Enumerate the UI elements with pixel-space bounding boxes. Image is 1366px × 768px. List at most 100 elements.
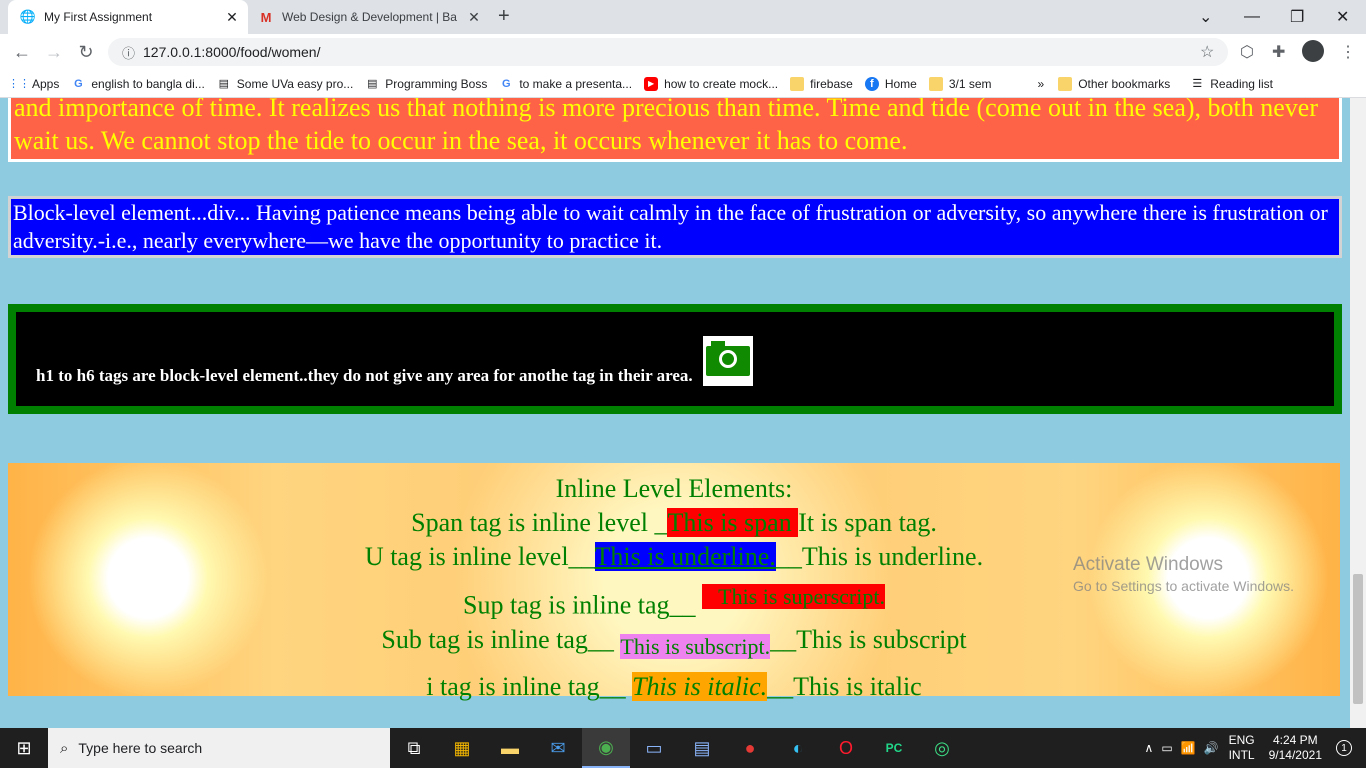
app-icon[interactable]: ▭: [630, 728, 678, 768]
google-icon: G: [502, 77, 511, 90]
close-window-icon[interactable]: ✕: [1336, 0, 1349, 34]
scrollbar-thumb[interactable]: [1353, 574, 1363, 704]
camera-icon: [702, 336, 753, 386]
tab-strip: 🌐 My First Assignment ✕ M Web Design & D…: [0, 0, 1366, 34]
bookmark-label: Home: [884, 76, 917, 91]
bookmark-uva[interactable]: ▤ Some UVa easy pro...: [217, 77, 354, 91]
search-icon: ⌕: [60, 739, 69, 757]
bookmark-label: firebase: [810, 76, 853, 91]
minimize-icon[interactable]: —: [1244, 0, 1260, 34]
bookmark-mock[interactable]: ▶ how to create mock...: [644, 76, 779, 91]
edge-icon[interactable]: ◐: [774, 728, 822, 768]
clock[interactable]: 4:24 PM 9/14/2021: [1269, 733, 1322, 763]
div-block-text: Block-level element...div... Having pati…: [13, 200, 1328, 253]
heading-box-inner: h1 to h6 tags are block-level element..t…: [16, 312, 1334, 406]
watermark-line2: Go to Settings to activate Windows.: [1073, 578, 1294, 594]
page-scrollbar[interactable]: [1350, 98, 1366, 728]
task-view-icon[interactable]: ⧉: [390, 728, 438, 768]
inline-title: Inline Level Elements:: [555, 474, 793, 503]
tab-my-first-assignment[interactable]: 🌐 My First Assignment ✕: [8, 0, 248, 34]
google-icon: G: [74, 77, 83, 90]
mail-icon[interactable]: ✉: [534, 728, 582, 768]
bookmark-label: 3/1 sem: [948, 76, 992, 91]
pycharm-icon[interactable]: PC: [870, 728, 918, 768]
bookmarks-bar: ⋮⋮ Apps Genglish to bangla di... ▤ Some UV…: [0, 70, 1366, 98]
bookmark-programming-boss[interactable]: ▤ Programming Boss: [365, 77, 487, 91]
bookmark-3-1-sem[interactable]: 3/1 sem: [928, 76, 992, 91]
u-suffix: __This is underline.: [775, 542, 984, 571]
page-content: and importance of time. It realizes us t…: [0, 98, 1350, 728]
bookmark-presentation[interactable]: Gto make a presenta...: [499, 77, 632, 91]
new-tab-button[interactable]: +: [498, 5, 510, 28]
heading-text: h1 to h6 tags are block-level element..t…: [36, 366, 693, 385]
close-tab-icon[interactable]: ✕: [222, 9, 242, 26]
bookmark-label: Apps: [32, 76, 60, 91]
app-icon[interactable]: ▤: [678, 728, 726, 768]
i-prefix: i tag is inline tag__: [426, 671, 633, 701]
back-icon[interactable]: ←: [6, 42, 38, 63]
forward-icon[interactable]: →: [38, 42, 70, 63]
address-bar[interactable]: ⓘ 127.0.0.1:8000/food/women/: [108, 38, 1228, 66]
close-tab-icon[interactable]: ✕: [464, 9, 484, 26]
bookmark-label: Some UVa easy pro...: [236, 76, 354, 91]
lang-line2: INTL: [1228, 748, 1255, 762]
other-bookmarks-folder[interactable]: Other bookmarks: [1058, 76, 1171, 91]
show-hidden-icons-icon[interactable]: ∧: [1145, 741, 1154, 755]
reading-list-button[interactable]: ☰ Reading list: [1190, 77, 1273, 91]
bookmark-home[interactable]: f Home: [864, 76, 917, 91]
bookmarks-overflow-button[interactable]: »: [1038, 77, 1045, 91]
network-icon[interactable]: 📶: [1181, 741, 1196, 755]
span-suffix: It is span tag.: [798, 508, 937, 537]
bookmark-firebase[interactable]: firebase: [790, 76, 853, 91]
file-explorer-icon[interactable]: ▬: [486, 728, 534, 768]
i-row: i tag is inline tag__ This is italic.__T…: [8, 670, 1340, 704]
facebook-icon: f: [864, 76, 879, 91]
chrome-icon[interactable]: ◉: [582, 728, 630, 768]
notification-icon[interactable]: 1: [1336, 740, 1352, 756]
i-highlight: This is italic.: [632, 671, 768, 701]
reading-list-icon: ☰: [1192, 78, 1203, 90]
bookmark-apps[interactable]: ⋮⋮ Apps: [8, 76, 60, 91]
clock-date: 9/14/2021: [1268, 748, 1322, 762]
sub-row: Sub tag is inline tag__ This is subscrip…: [8, 623, 1340, 664]
i-suffix: __This is italic: [767, 671, 922, 701]
start-windows-icon[interactable]: ⊞: [0, 728, 48, 768]
span-row: Span tag is inline level _This is span I…: [8, 506, 1340, 540]
extensions-puzzle-icon[interactable]: ✚: [1272, 42, 1285, 62]
activate-windows-watermark: Activate Windows Go to Settings to activ…: [1073, 554, 1294, 594]
menu-kebab-icon[interactable]: ⋮: [1340, 42, 1356, 62]
tab-search-icon[interactable]: ⌄: [1199, 0, 1212, 34]
lang-line1: ENG: [1228, 733, 1255, 747]
app-green-icon[interactable]: ◎: [918, 728, 966, 768]
taskbar-search-box[interactable]: ⌕ Type here to search: [48, 728, 390, 768]
folder-icon: [928, 76, 943, 91]
bookmark-label: Reading list: [1210, 76, 1273, 91]
profile-avatar[interactable]: [1302, 40, 1324, 62]
bookmark-label: Other bookmarks: [1078, 76, 1171, 91]
site-info-icon[interactable]: ⓘ: [122, 43, 135, 62]
span-highlight: This is span: [667, 508, 799, 537]
search-placeholder: Type here to search: [78, 740, 203, 756]
bookmark-label: english to bangla di...: [91, 76, 205, 91]
system-tray: ∧ ▭ 📶 🔊 ENG INTL 4:24 PM 9/14/2021 1: [1145, 728, 1366, 768]
bookmark-english-to-bangla[interactable]: Genglish to bangla di...: [71, 76, 205, 91]
page-icon: ▤: [218, 78, 229, 90]
recorder-icon[interactable]: ●: [726, 728, 774, 768]
folder-icon: [790, 76, 805, 91]
tab-web-design[interactable]: M Web Design & Development | Ba ✕: [250, 0, 490, 34]
volume-icon[interactable]: 🔊: [1204, 741, 1219, 755]
extension-cube-icon[interactable]: ⬡: [1240, 42, 1254, 62]
opera-icon[interactable]: O: [822, 728, 870, 768]
time-paragraph-box: and importance of time. It realizes us t…: [8, 98, 1342, 162]
restore-icon[interactable]: ❐: [1290, 0, 1304, 34]
reload-icon[interactable]: ↻: [70, 42, 102, 63]
bookmark-star-icon[interactable]: ☆: [1200, 42, 1214, 62]
battery-icon[interactable]: ▭: [1161, 741, 1172, 755]
bookmark-label: to make a presenta...: [519, 76, 633, 91]
apps-grid-icon: ⋮⋮: [8, 78, 30, 90]
windows-taskbar: ⊞ ⌕ Type here to search ⧉ ▦ ▬ ✉ ◉ ▭ ▤ ● …: [0, 728, 1366, 768]
clock-time: 4:24 PM: [1272, 733, 1318, 747]
bookmark-label: how to create mock...: [664, 76, 779, 91]
language-indicator[interactable]: ENG INTL: [1229, 733, 1255, 763]
store-icon[interactable]: ▦: [438, 728, 486, 768]
